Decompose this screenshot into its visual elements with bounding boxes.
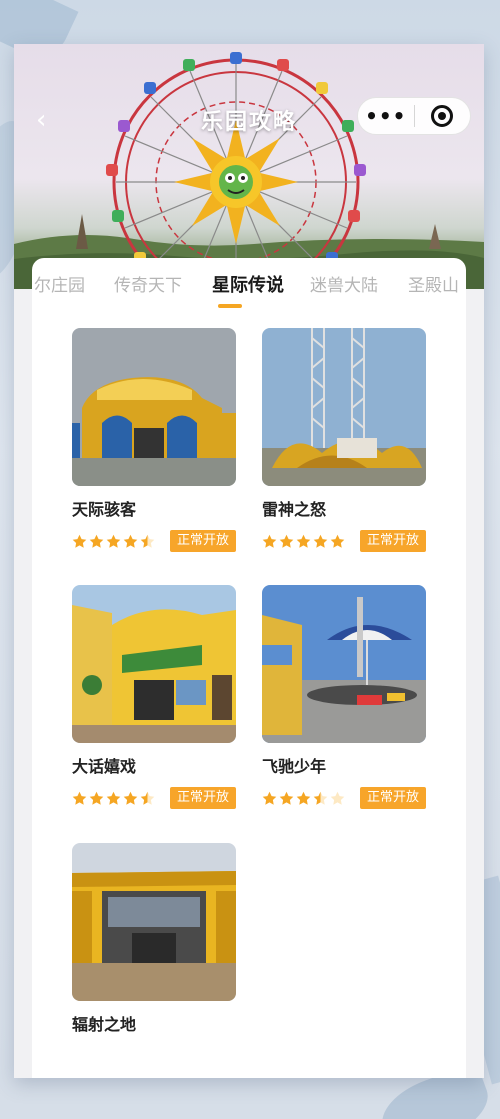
attraction-photo bbox=[262, 585, 426, 743]
attraction-meta: 正常开放 bbox=[72, 530, 236, 552]
close-target-icon[interactable] bbox=[415, 105, 471, 127]
rating-stars bbox=[262, 791, 345, 806]
mini-program-capsule: ••• bbox=[357, 97, 471, 135]
content-sheet: 尔庄园 传奇天下 星际传说 迷兽大陆 圣殿山 天际骇客 正常开放 雷神之怒 正常… bbox=[32, 258, 466, 1078]
app-screen: ‹ 乐园攻略 ••• 尔庄园 传奇天下 星际传说 迷兽大陆 圣殿山 天际骇客 正… bbox=[14, 44, 484, 1078]
attraction-name: 飞驰少年 bbox=[262, 757, 327, 776]
star-icon bbox=[330, 534, 345, 548]
tab-zone-5[interactable]: 圣殿山 bbox=[408, 274, 459, 298]
attraction-card[interactable]: 大话嬉戏 正常开放 bbox=[72, 585, 236, 809]
rating-stars bbox=[72, 534, 155, 549]
tab-zone-2[interactable]: 传奇天下 bbox=[114, 274, 182, 298]
star-icon bbox=[262, 791, 277, 805]
status-badge: 正常开放 bbox=[169, 787, 236, 809]
rating-stars bbox=[262, 534, 345, 549]
attraction-name: 大话嬉戏 bbox=[72, 757, 137, 776]
star-icon bbox=[106, 791, 121, 805]
attraction-name: 雷神之怒 bbox=[262, 500, 327, 519]
star-icon bbox=[140, 534, 155, 548]
attraction-card[interactable]: 天际骇客 正常开放 bbox=[72, 328, 236, 552]
hero-banner-image bbox=[14, 44, 484, 289]
tab-zone-3[interactable]: 星际传说 bbox=[212, 274, 284, 298]
attraction-photo bbox=[72, 328, 236, 486]
star-icon bbox=[89, 791, 104, 805]
attraction-meta: 正常开放 bbox=[262, 530, 426, 552]
star-icon bbox=[330, 791, 345, 805]
tab-zone-1[interactable]: 尔庄园 bbox=[34, 274, 85, 298]
star-icon bbox=[262, 534, 277, 548]
star-icon bbox=[123, 791, 138, 805]
rating-stars bbox=[72, 791, 155, 806]
attraction-name: 辐射之地 bbox=[72, 1015, 137, 1034]
star-icon bbox=[279, 791, 294, 805]
star-icon bbox=[279, 534, 294, 548]
star-icon bbox=[313, 534, 328, 548]
star-icon bbox=[72, 534, 87, 548]
status-badge: 正常开放 bbox=[169, 530, 236, 552]
attraction-card[interactable]: 辐射之地 bbox=[72, 843, 236, 1035]
star-icon bbox=[313, 791, 328, 805]
attraction-photo bbox=[262, 328, 426, 486]
active-tab-indicator bbox=[218, 304, 242, 308]
star-icon bbox=[123, 534, 138, 548]
star-icon bbox=[140, 791, 155, 805]
star-icon bbox=[72, 791, 87, 805]
star-icon bbox=[296, 534, 311, 548]
attraction-photo bbox=[72, 843, 236, 1001]
attraction-card[interactable]: 雷神之怒 正常开放 bbox=[262, 328, 426, 552]
status-badge: 正常开放 bbox=[359, 787, 426, 809]
attraction-meta: 正常开放 bbox=[262, 787, 426, 809]
star-icon bbox=[296, 791, 311, 805]
attraction-photo bbox=[72, 585, 236, 743]
status-badge: 正常开放 bbox=[359, 530, 426, 552]
attraction-name: 天际骇客 bbox=[72, 500, 137, 519]
zone-tabs: 尔庄园 传奇天下 星际传说 迷兽大陆 圣殿山 bbox=[32, 274, 466, 314]
star-icon bbox=[89, 534, 104, 548]
tab-zone-4[interactable]: 迷兽大陆 bbox=[310, 274, 378, 298]
star-icon bbox=[106, 534, 121, 548]
more-dots-icon[interactable]: ••• bbox=[358, 97, 414, 135]
attraction-meta: 正常开放 bbox=[72, 787, 236, 809]
attraction-card[interactable]: 飞驰少年 正常开放 bbox=[262, 585, 426, 809]
